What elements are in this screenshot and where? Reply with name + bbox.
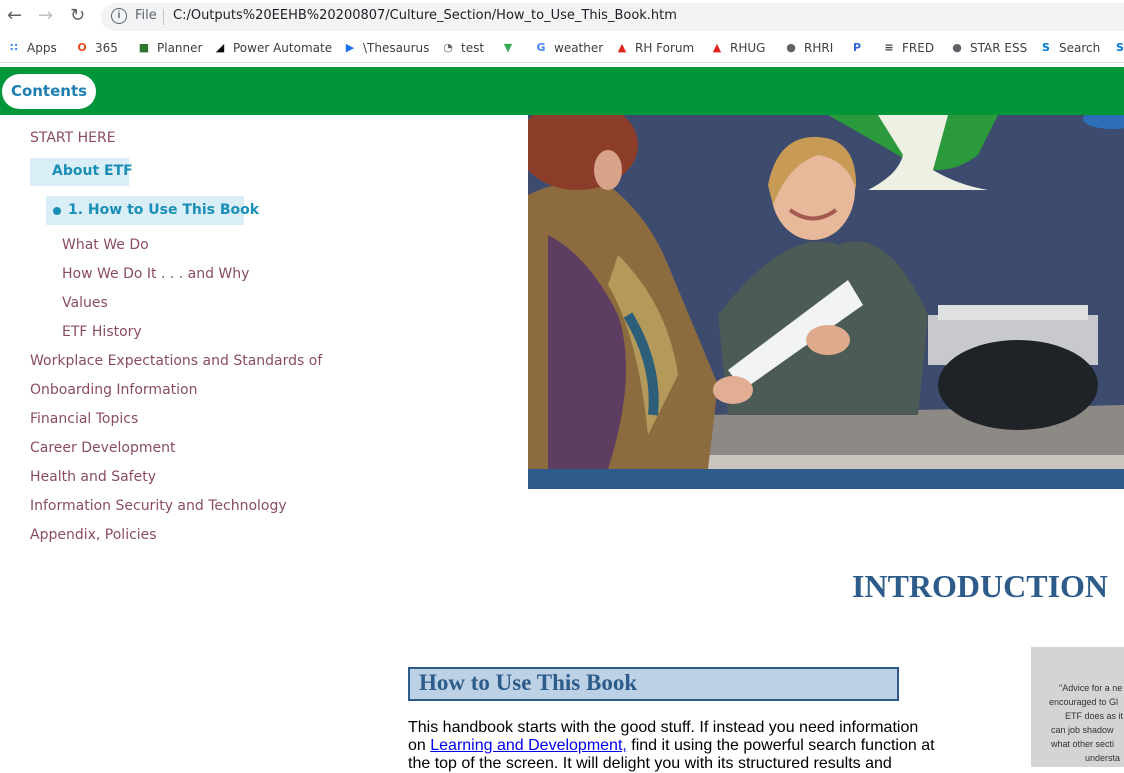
bookmark-label: weather: [554, 41, 604, 55]
paragraph-text: on: [408, 737, 431, 754]
quote-line: what other secti: [1051, 739, 1115, 749]
contents-button[interactable]: Contents: [2, 74, 96, 109]
bookmarks-bar: ∷ Apps O 365 ■ Planner ◢ Power Automate ▶ \Thesau…: [0, 34, 1124, 63]
bookmark-apps[interactable]: ∷ Apps: [7, 39, 57, 57]
forward-arrow-icon[interactable]: →: [38, 6, 53, 26]
bookmark-icon-6[interactable]: ▼: [501, 39, 515, 57]
bookmark-label: test: [461, 41, 485, 55]
toc-item-label: 1. How to Use This Book: [68, 202, 260, 218]
toc-item-current[interactable]: 1. How to Use This Book: [46, 196, 259, 225]
bookmark-label: RH Forum: [635, 41, 695, 55]
bookmark-rh-forum[interactable]: ▲ RH Forum: [615, 39, 694, 57]
bookmark-label: Apps: [27, 41, 57, 55]
toc-item-values[interactable]: Values: [62, 295, 108, 311]
toc-item-appendix-policies[interactable]: Appendix, Policies: [30, 527, 157, 543]
intro-paragraph: This handbook starts with the good stuff…: [408, 719, 948, 773]
sharepoint-icon: S: [1042, 41, 1050, 54]
bookmark-test[interactable]: ◔ test: [441, 39, 484, 57]
browser-toolbar: ← → ↻ i File C:/Outputs%20EEHB%20200807/…: [0, 0, 1124, 34]
bookmark-label: 365: [95, 41, 118, 55]
power-automate-icon: ◢: [215, 41, 225, 54]
toc-item-workplace-expectations[interactable]: Workplace Expectations and Standards of: [30, 353, 322, 369]
toc-item-about-etf[interactable]: About ETF: [30, 158, 133, 186]
quote-card-image: "Advice for a ne encouraged to Gl ETF do…: [1031, 647, 1124, 767]
adobe-icon: ▲: [617, 41, 627, 54]
bookmark-icon-15[interactable]: S: [1113, 39, 1124, 57]
page-title: INTRODUCTION: [852, 568, 1109, 604]
paragraph-text: find it using the powerful search functi…: [626, 737, 935, 754]
bookmark-power-automate[interactable]: ◢ Power Automate: [213, 39, 332, 57]
scheme-label: File: [135, 8, 157, 23]
bookmark-label: Power Automate: [233, 41, 333, 55]
bookmark-rhug[interactable]: ▲ RHUG: [710, 39, 766, 57]
bookmark-365[interactable]: O 365: [75, 39, 118, 57]
learning-development-link[interactable]: Learning and Development,: [430, 737, 627, 754]
quote-line: "Advice for a ne: [1059, 683, 1123, 693]
sharepoint-icon: S: [1116, 41, 1124, 54]
paragraph-line: This handbook starts with the good stuff…: [408, 719, 919, 736]
back-arrow-icon[interactable]: ←: [7, 6, 22, 26]
globe-icon: ●: [952, 41, 962, 54]
bookmark-icon-11[interactable]: P: [850, 39, 864, 57]
office-icon: O: [77, 41, 87, 54]
bookmark-thesaurus[interactable]: ▶ \Thesaurus: [343, 39, 430, 57]
bookmark-rhri[interactable]: ● RHRI: [784, 39, 833, 57]
hero-image: [528, 115, 1124, 489]
quote-line: encouraged to Gl: [1049, 697, 1119, 707]
url-text[interactable]: C:/Outputs%20EEHB%20200807/Culture_Secti…: [173, 8, 677, 23]
paragraph-line: the top of the screen. It will delight y…: [408, 755, 892, 772]
thesaurus-icon: ▶: [345, 41, 355, 54]
toc-item-how-we-do-it[interactable]: How We Do It . . . and Why: [62, 266, 249, 282]
bullet-icon: [53, 207, 61, 215]
bookmark-label: RHUG: [730, 41, 766, 55]
bookmark-label: Search: [1059, 41, 1101, 55]
gauge-icon: ◔: [443, 41, 453, 54]
toc-item-information-security[interactable]: Information Security and Technology: [30, 498, 287, 514]
bookmark-label: FRED: [902, 41, 935, 55]
toc-item-career-development[interactable]: Career Development: [30, 440, 175, 456]
bookmark-planner[interactable]: ■ Planner: [137, 39, 203, 57]
bookmark-star-ess[interactable]: ● STAR ESS: [950, 39, 1027, 57]
toc-item-what-we-do[interactable]: What We Do: [62, 237, 149, 253]
toc-item-label: About ETF: [52, 163, 133, 179]
address-bar[interactable]: i File C:/Outputs%20EEHB%20200807/Cultur…: [101, 3, 1124, 31]
document-icon: ≡: [884, 41, 894, 54]
bookmark-label: \Thesaurus: [363, 41, 430, 55]
bookmark-label: STAR ESS: [970, 41, 1028, 55]
planner-icon: ■: [138, 41, 150, 54]
bookmark-label: Planner: [157, 41, 203, 55]
google-icon: G: [536, 41, 546, 54]
quote-line: ETF does as it: [1065, 711, 1124, 721]
globe-icon: ●: [786, 41, 796, 54]
pc-icon: P: [852, 41, 862, 54]
toc-item-start-here[interactable]: START HERE: [30, 130, 116, 146]
divider: [163, 9, 164, 25]
bookmark-weather[interactable]: Gweather: [534, 39, 603, 57]
bookmark-fred[interactable]: ≡ FRED: [882, 39, 934, 57]
bookmark-search[interactable]: S Search: [1039, 39, 1100, 57]
toc-item-financial-topics[interactable]: Financial Topics: [30, 411, 138, 427]
adobe-icon: ▲: [712, 41, 722, 54]
page-header-bar: [0, 67, 1124, 115]
reload-icon[interactable]: ↻: [70, 6, 85, 26]
section-title-box: How to Use This Book: [408, 667, 899, 701]
section-title: How to Use This Book: [419, 670, 638, 695]
apps-grid-icon: ∷: [10, 41, 18, 54]
bookmark-label: RHRI: [804, 41, 834, 55]
toc-item-health-safety[interactable]: Health and Safety: [30, 469, 156, 485]
toc-item-onboarding[interactable]: Onboarding Information: [30, 382, 197, 398]
quote-line: understa: [1085, 753, 1121, 763]
maps-pin-icon: ▼: [503, 41, 513, 54]
toc-item-etf-history[interactable]: ETF History: [62, 324, 142, 340]
quote-line: can job shadow: [1051, 725, 1114, 735]
info-icon[interactable]: i: [111, 8, 127, 24]
